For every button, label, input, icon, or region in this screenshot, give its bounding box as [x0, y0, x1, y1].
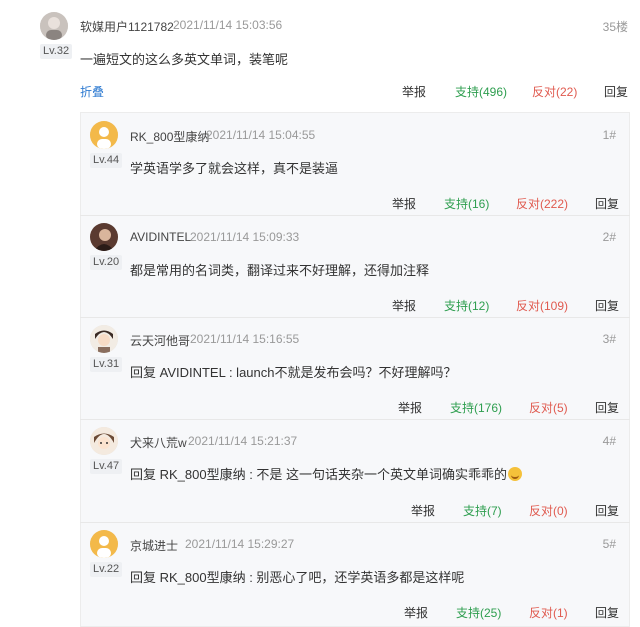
reply-button[interactable]: 回复: [595, 502, 619, 519]
avatar[interactable]: [90, 427, 118, 455]
support-button[interactable]: 支持(496): [455, 83, 507, 100]
oppose-button[interactable]: 反对(222): [516, 195, 568, 212]
reply-button[interactable]: 回复: [604, 83, 628, 100]
level-badge: Lv.44: [90, 153, 123, 168]
avatar[interactable]: [90, 223, 118, 251]
oppose-button[interactable]: 反对(1): [529, 604, 568, 621]
level-badge: Lv.32: [40, 44, 73, 59]
divider: [80, 419, 630, 420]
default-avatar-icon: [90, 530, 118, 558]
user-photo-icon: [90, 427, 118, 455]
oppose-button[interactable]: 反对(22): [532, 83, 577, 100]
floor-number: 5#: [602, 537, 616, 551]
reply-button[interactable]: 回复: [595, 604, 619, 621]
support-button[interactable]: 支持(7): [463, 502, 502, 519]
comment-text-content: 回复 RK_800型康纳 : 不是 这一句话夹杂一个英文单词确实乖乖的: [130, 467, 508, 482]
report-button[interactable]: 举报: [392, 195, 416, 212]
comment-time: 2021/11/14 15:16:55: [190, 332, 300, 346]
support-button[interactable]: 支持(12): [444, 297, 489, 314]
report-button[interactable]: 举报: [398, 399, 422, 416]
username[interactable]: 软媒用户1121782: [80, 18, 174, 35]
oppose-button[interactable]: 反对(5): [529, 399, 568, 416]
avatar[interactable]: [90, 530, 118, 558]
level-badge: Lv.22: [90, 562, 123, 577]
divider: [80, 317, 630, 318]
comment-text: 回复 AVIDINTEL : launch不就是发布会吗？不好理解吗？: [130, 365, 457, 380]
comment-text: 都是常用的名词类，翻译过来不好理解，还得加注释: [130, 263, 430, 278]
report-button[interactable]: 举报: [392, 297, 416, 314]
comment-text: 回复 RK_800型康纳 : 不是 这一句话夹杂一个英文单词确实乖乖的: [130, 464, 523, 483]
username[interactable]: 云天河他哥: [130, 332, 190, 349]
floor-number: 35楼: [602, 20, 628, 34]
floor-number: 1#: [602, 128, 616, 142]
report-button[interactable]: 举报: [411, 502, 435, 519]
avatar[interactable]: [40, 12, 68, 40]
support-button[interactable]: 支持(25): [456, 604, 501, 621]
floor-number: 2#: [602, 230, 616, 244]
comment-text: 学英语学多了就会这样，真不是装逼: [130, 161, 339, 176]
username[interactable]: 京城进士: [130, 537, 178, 554]
reply-button[interactable]: 回复: [595, 297, 619, 314]
default-avatar-icon: [90, 121, 118, 149]
level-badge: Lv.31: [90, 357, 123, 372]
comment-time: 2021/11/14 15:03:56: [173, 18, 283, 32]
user-photo-icon: [90, 325, 118, 353]
user-photo-icon: [90, 223, 118, 251]
username[interactable]: 犬来八荒w: [130, 434, 187, 451]
comment-time: 2021/11/14 15:29:27: [185, 537, 295, 551]
divider: [80, 215, 630, 216]
username[interactable]: RK_800型康纳: [130, 128, 209, 145]
floor-number: 4#: [602, 434, 616, 448]
oppose-button[interactable]: 反对(0): [529, 502, 568, 519]
level-badge: Lv.20: [90, 255, 123, 270]
laughing-emoji-icon: [508, 467, 523, 481]
avatar[interactable]: [90, 325, 118, 353]
level-badge: Lv.47: [90, 459, 123, 474]
comment-thread: Lv.32 软媒用户1121782 2021/11/14 15:03:56 35…: [0, 0, 640, 627]
oppose-button[interactable]: 反对(109): [516, 297, 568, 314]
comment-time: 2021/11/14 15:21:37: [188, 434, 298, 448]
comment-time: 2021/11/14 15:04:55: [206, 128, 316, 142]
reply-button[interactable]: 回复: [595, 195, 619, 212]
comment-text: 一遍短文的这么多英文单词，装笔呢: [80, 52, 289, 67]
user-photo-icon: [40, 12, 68, 40]
comment-text: 回复 RK_800型康纳 : 别恶心了吧，还学英语多都是这样呢: [130, 570, 465, 585]
reply-button[interactable]: 回复: [595, 399, 619, 416]
comment-time: 2021/11/14 15:09:33: [190, 230, 300, 244]
support-button[interactable]: 支持(176): [450, 399, 502, 416]
report-button[interactable]: 举报: [404, 604, 428, 621]
collapse-button[interactable]: 折叠: [80, 83, 104, 100]
username[interactable]: AVIDINTEL: [130, 230, 191, 244]
divider: [80, 522, 630, 523]
report-button[interactable]: 举报: [402, 83, 426, 100]
avatar[interactable]: [90, 121, 118, 149]
support-button[interactable]: 支持(16): [444, 195, 489, 212]
floor-number: 3#: [602, 332, 616, 346]
